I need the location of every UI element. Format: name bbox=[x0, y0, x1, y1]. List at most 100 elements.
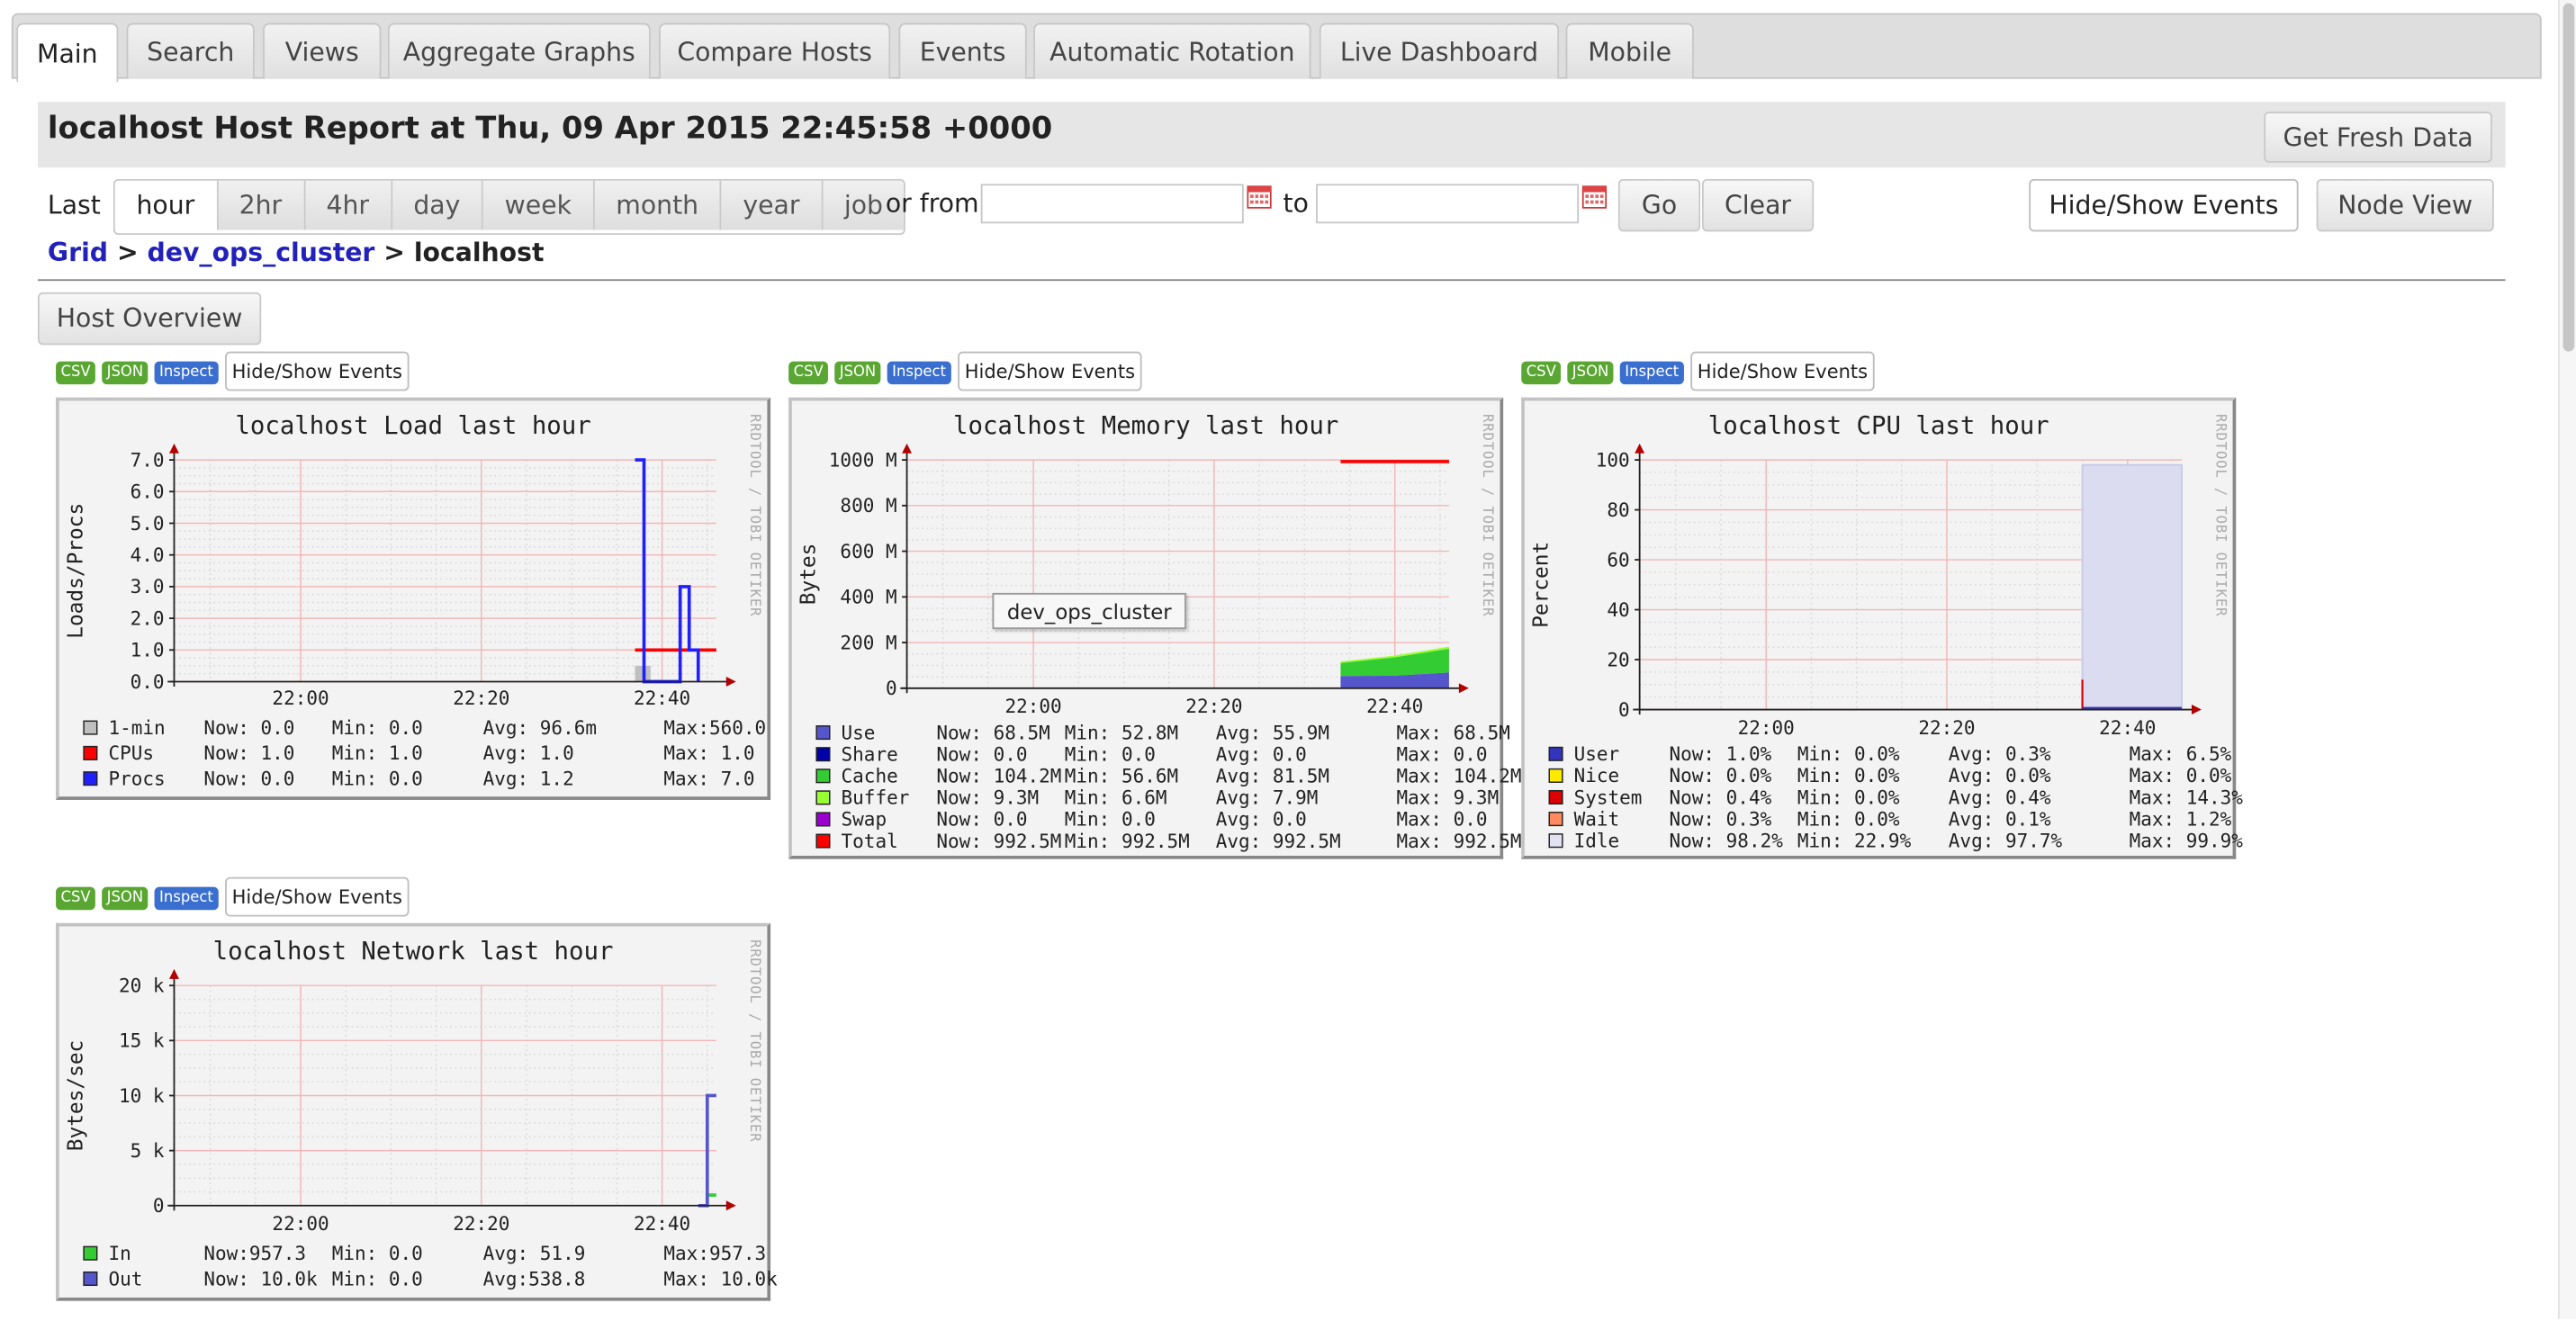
json-button[interactable]: JSON bbox=[102, 886, 149, 911]
y-tick-label: 2.0 bbox=[131, 607, 165, 629]
legend-avg: Avg: 0.0 bbox=[1216, 809, 1307, 831]
legend-name: Total bbox=[842, 831, 898, 852]
range-hour[interactable]: hour bbox=[114, 180, 217, 230]
legend-min: Min: 6.6M bbox=[1065, 787, 1167, 809]
range-2hr[interactable]: 2hr bbox=[216, 180, 303, 230]
legend-name: Use bbox=[842, 722, 876, 743]
json-button[interactable]: JSON bbox=[1567, 361, 1614, 385]
hide-show-events-button[interactable]: Hide/Show Events bbox=[2029, 178, 2299, 232]
scrollbar-thumb[interactable] bbox=[2562, 3, 2575, 352]
host-overview-button[interactable]: Host Overview bbox=[37, 292, 262, 346]
legend-max: Max: 1.2% bbox=[2130, 808, 2232, 830]
legend-max: Max:957.3 bbox=[663, 1243, 766, 1264]
x-tick-label: 22:00 bbox=[1738, 717, 1795, 739]
inspect-button[interactable]: Inspect bbox=[154, 886, 219, 911]
legend-now: Now: 104.2M bbox=[936, 766, 1061, 787]
get-fresh-data-button[interactable]: Get Fresh Data bbox=[2264, 112, 2492, 163]
vertical-scrollbar[interactable] bbox=[2557, 0, 2576, 1319]
clear-button[interactable]: Clear bbox=[1702, 178, 1815, 232]
x-tick-label: 22:40 bbox=[1366, 696, 1423, 717]
y-tick-label: 800 M bbox=[840, 495, 896, 517]
to-calendar-icon[interactable] bbox=[1581, 185, 1608, 209]
tab-views[interactable]: Views bbox=[263, 22, 382, 79]
legend-min: Min: 0.0% bbox=[1797, 743, 1900, 765]
range-year[interactable]: year bbox=[719, 180, 822, 230]
graph-hide-show-events-button[interactable]: Hide/Show Events bbox=[958, 351, 1142, 391]
legend-max: Max: 9.3M bbox=[1397, 787, 1500, 809]
cpu-graph[interactable]: localhost CPU last hour RRDTOOL / TOBI OE… bbox=[1521, 397, 2243, 859]
y-tick-label: 4.0 bbox=[131, 544, 165, 566]
tab-events[interactable]: Events bbox=[898, 22, 1027, 79]
legend-min: Min: 0.0 bbox=[332, 717, 423, 739]
legend-swatch bbox=[1548, 812, 1563, 827]
y-tick-label: 20 bbox=[1607, 649, 1629, 670]
inspect-button[interactable]: Inspect bbox=[1619, 361, 1684, 385]
legend-avg: Avg: 81.5M bbox=[1216, 766, 1329, 787]
json-button[interactable]: JSON bbox=[102, 361, 149, 385]
csv-button[interactable]: CSV bbox=[56, 361, 96, 385]
legend-now: Now: 992.5M bbox=[936, 831, 1061, 852]
y-tick-label: 15 k bbox=[119, 1030, 165, 1052]
from-calendar-icon[interactable] bbox=[1247, 185, 1272, 209]
legend-max: Max: 104.2M bbox=[1397, 766, 1522, 787]
csv-button[interactable]: CSV bbox=[1521, 361, 1562, 385]
graph-hide-show-events-button[interactable]: Hide/Show Events bbox=[225, 351, 410, 391]
legend-min: Min: 0.0% bbox=[1797, 808, 1900, 830]
legend-min: Min: 0.0% bbox=[1797, 786, 1900, 808]
y-tick-label: 0 bbox=[153, 1195, 165, 1217]
tab-mobile[interactable]: Mobile bbox=[1565, 22, 1694, 79]
y-tick-label: 3.0 bbox=[131, 576, 165, 598]
y-tick-label: 600 M bbox=[840, 541, 896, 562]
go-button[interactable]: Go bbox=[1617, 178, 1701, 232]
network-graph[interactable]: localhost Network last hour RRDTOOL / TOB… bbox=[56, 922, 778, 1301]
to-date-input[interactable] bbox=[1316, 184, 1580, 224]
csv-button[interactable]: CSV bbox=[788, 361, 829, 385]
host-report-header: localhost Host Report at Thu, 09 Apr 201… bbox=[37, 102, 2506, 168]
y-tick-label: 5 k bbox=[131, 1140, 165, 1162]
tab-aggregate-graphs[interactable]: Aggregate Graphs bbox=[387, 22, 651, 79]
breadcrumb-cluster-link[interactable]: dev_ops_cluster bbox=[148, 238, 375, 268]
graph-hide-show-events-button[interactable]: Hide/Show Events bbox=[225, 876, 410, 917]
range-day[interactable]: day bbox=[390, 180, 482, 230]
range-week[interactable]: week bbox=[482, 180, 593, 230]
range-4hr[interactable]: 4hr bbox=[302, 180, 391, 230]
legend-now: Now: 10.0k bbox=[203, 1268, 318, 1290]
csv-button[interactable]: CSV bbox=[56, 886, 96, 911]
legend-name: Buffer bbox=[842, 787, 910, 809]
legend-swatch bbox=[815, 790, 831, 805]
legend-swatch bbox=[815, 747, 831, 762]
x-tick-label: 22:40 bbox=[2099, 717, 2156, 739]
tab-live-dashboard[interactable]: Live Dashboard bbox=[1319, 22, 1560, 79]
legend-min: Min: 0.0 bbox=[332, 1268, 423, 1290]
inspect-button[interactable]: Inspect bbox=[154, 361, 219, 385]
legend-swatch bbox=[1548, 746, 1563, 761]
legend-min: Min: 22.9% bbox=[1797, 830, 1912, 851]
node-view-button[interactable]: Node View bbox=[2316, 178, 2494, 232]
range-month[interactable]: month bbox=[592, 180, 720, 230]
load-graph[interactable]: localhost Load last hour RRDTOOL / TOBI O… bbox=[56, 397, 771, 800]
breadcrumb-grid-link[interactable]: Grid bbox=[48, 238, 108, 268]
x-tick-label: 22:20 bbox=[453, 1213, 509, 1235]
tab-search[interactable]: Search bbox=[126, 22, 255, 79]
inspect-button[interactable]: Inspect bbox=[887, 361, 951, 385]
legend-swatch bbox=[815, 768, 831, 784]
legend-min: Min: 0.0 bbox=[1065, 809, 1156, 831]
legend-avg: Avg:538.8 bbox=[483, 1268, 586, 1290]
legend-name: Idle bbox=[1574, 830, 1620, 851]
legend-max: Max: 6.5% bbox=[2130, 743, 2232, 765]
graph-title: localhost CPU last hour bbox=[1708, 412, 2049, 440]
legend-max: Max: 0.0 bbox=[1397, 809, 1488, 831]
tab-compare-hosts[interactable]: Compare Hosts bbox=[658, 22, 891, 79]
legend-avg: Avg: 1.0 bbox=[483, 742, 574, 764]
tab-main[interactable]: Main bbox=[16, 22, 119, 83]
json-button[interactable]: JSON bbox=[834, 361, 881, 385]
graph-hide-show-events-button[interactable]: Hide/Show Events bbox=[1690, 351, 1875, 391]
legend-min: Min: 1.0 bbox=[332, 742, 423, 764]
y-tick-label: 80 bbox=[1607, 499, 1629, 521]
tab-automatic-rotation[interactable]: Automatic Rotation bbox=[1033, 22, 1311, 79]
y-tick-label: 5.0 bbox=[131, 513, 165, 535]
from-date-input[interactable] bbox=[980, 184, 1244, 224]
x-tick-label: 22:00 bbox=[272, 1213, 329, 1235]
y-tick-label: 6.0 bbox=[131, 481, 165, 503]
legend-min: Min: 0.0 bbox=[1065, 743, 1156, 765]
